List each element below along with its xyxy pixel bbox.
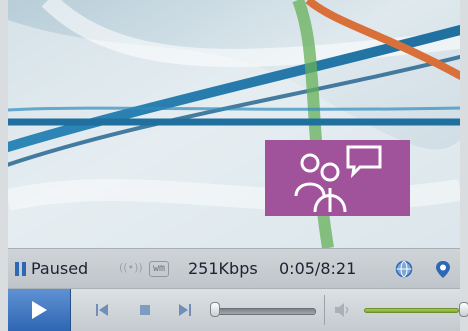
globe-icon[interactable] xyxy=(395,260,413,278)
control-bar xyxy=(8,288,468,331)
seek-slider-track[interactable] xyxy=(216,308,316,315)
skip-next-icon[interactable] xyxy=(176,302,194,318)
video-area[interactable] xyxy=(8,0,460,248)
status-bar: Paused ((•)) wm 251Kbps 0:05/8:21 xyxy=(8,248,460,288)
volume-slider-track[interactable] xyxy=(364,308,459,313)
play-button[interactable] xyxy=(8,289,71,331)
playback-state: Paused xyxy=(31,259,89,278)
location-pin-icon[interactable] xyxy=(433,259,453,279)
pause-bars-icon xyxy=(15,262,27,276)
stop-icon[interactable] xyxy=(136,302,154,318)
video-frame xyxy=(8,0,460,248)
skip-previous-icon[interactable] xyxy=(93,302,111,318)
play-icon xyxy=(32,301,47,319)
divider xyxy=(324,295,325,325)
volume-slider-thumb[interactable] xyxy=(459,302,468,317)
media-player-window: Paused ((•)) wm 251Kbps 0:05/8:21 xyxy=(0,0,468,331)
seek-slider-thumb[interactable] xyxy=(210,302,220,317)
timecode-readout: 0:05/8:21 xyxy=(279,259,357,278)
format-badge: wm xyxy=(149,261,170,277)
speaker-icon[interactable] xyxy=(333,302,353,318)
signal-icon: ((•)) xyxy=(119,261,143,274)
presenter-overlay xyxy=(265,140,410,216)
bitrate-readout: 251Kbps xyxy=(188,259,258,278)
